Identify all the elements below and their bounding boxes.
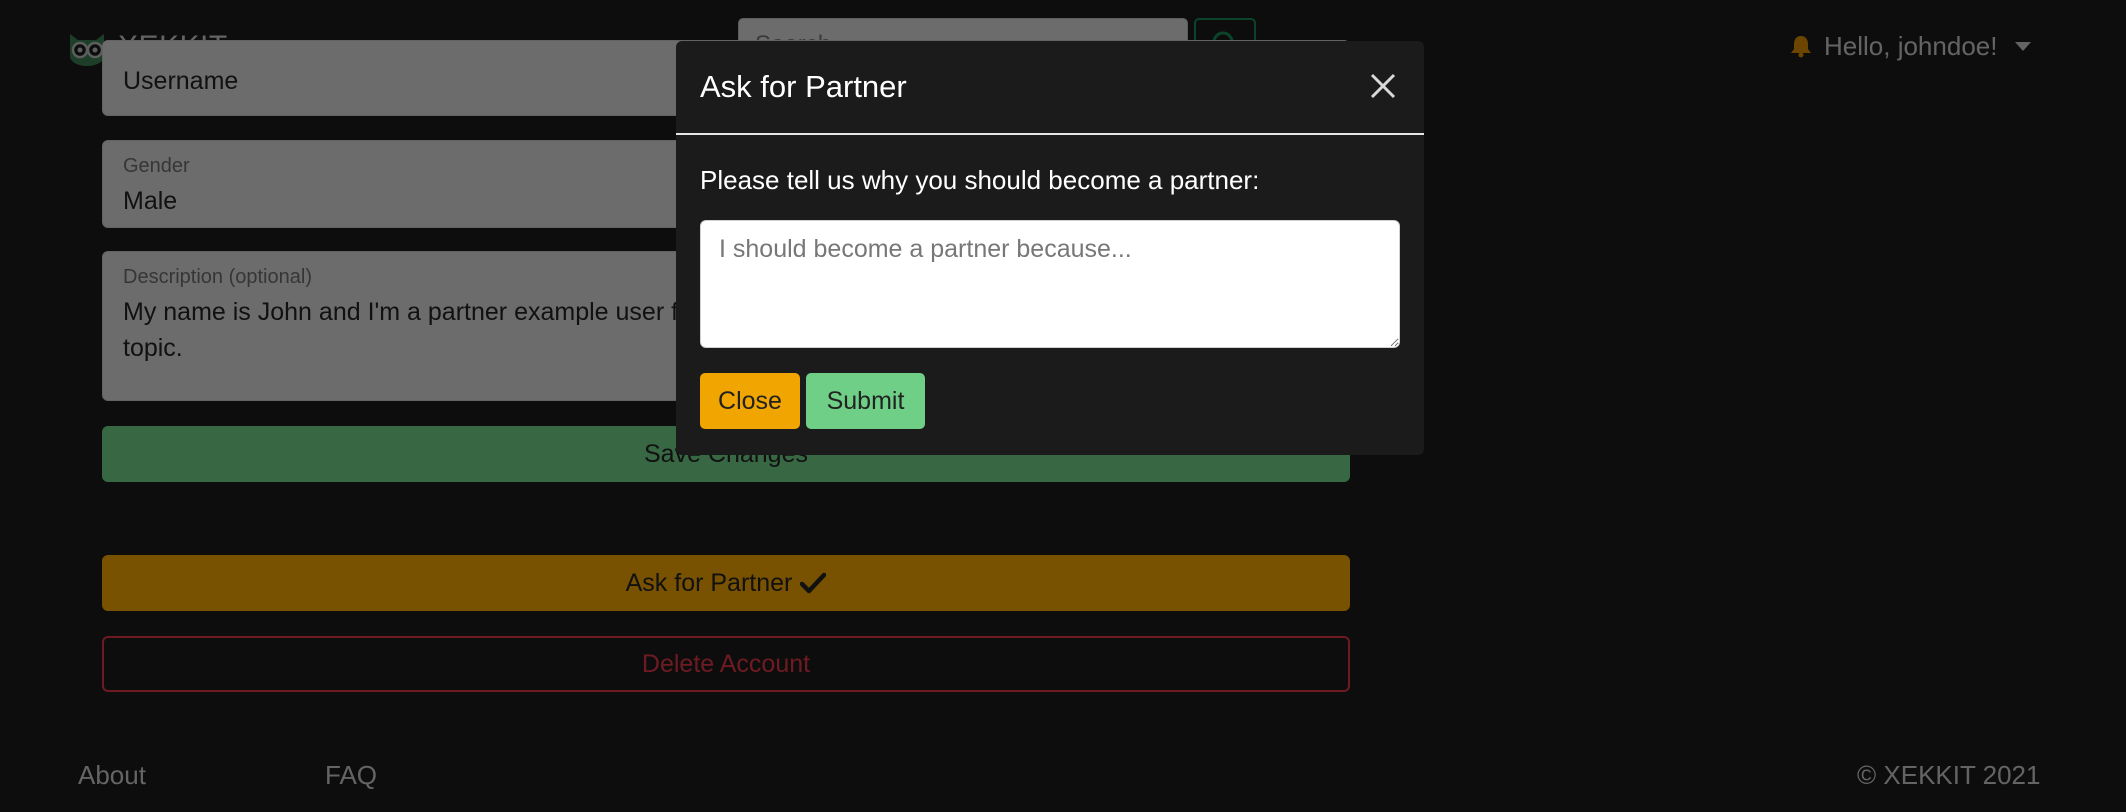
partner-reason-textarea[interactable] xyxy=(700,220,1400,348)
partner-prompt: Please tell us why you should become a p… xyxy=(700,165,1260,195)
modal-header: Ask for Partner xyxy=(676,41,1424,135)
close-icon[interactable] xyxy=(1364,67,1402,105)
modal-close-label: Close xyxy=(718,386,782,415)
modal-submit-button[interactable]: Submit xyxy=(806,373,925,429)
modal-title: Ask for Partner xyxy=(700,69,907,104)
modal-close-button[interactable]: Close xyxy=(700,373,800,429)
modal-submit-label: Submit xyxy=(826,386,905,415)
ask-for-partner-modal: Ask for Partner Please tell us why you s… xyxy=(676,41,1424,455)
